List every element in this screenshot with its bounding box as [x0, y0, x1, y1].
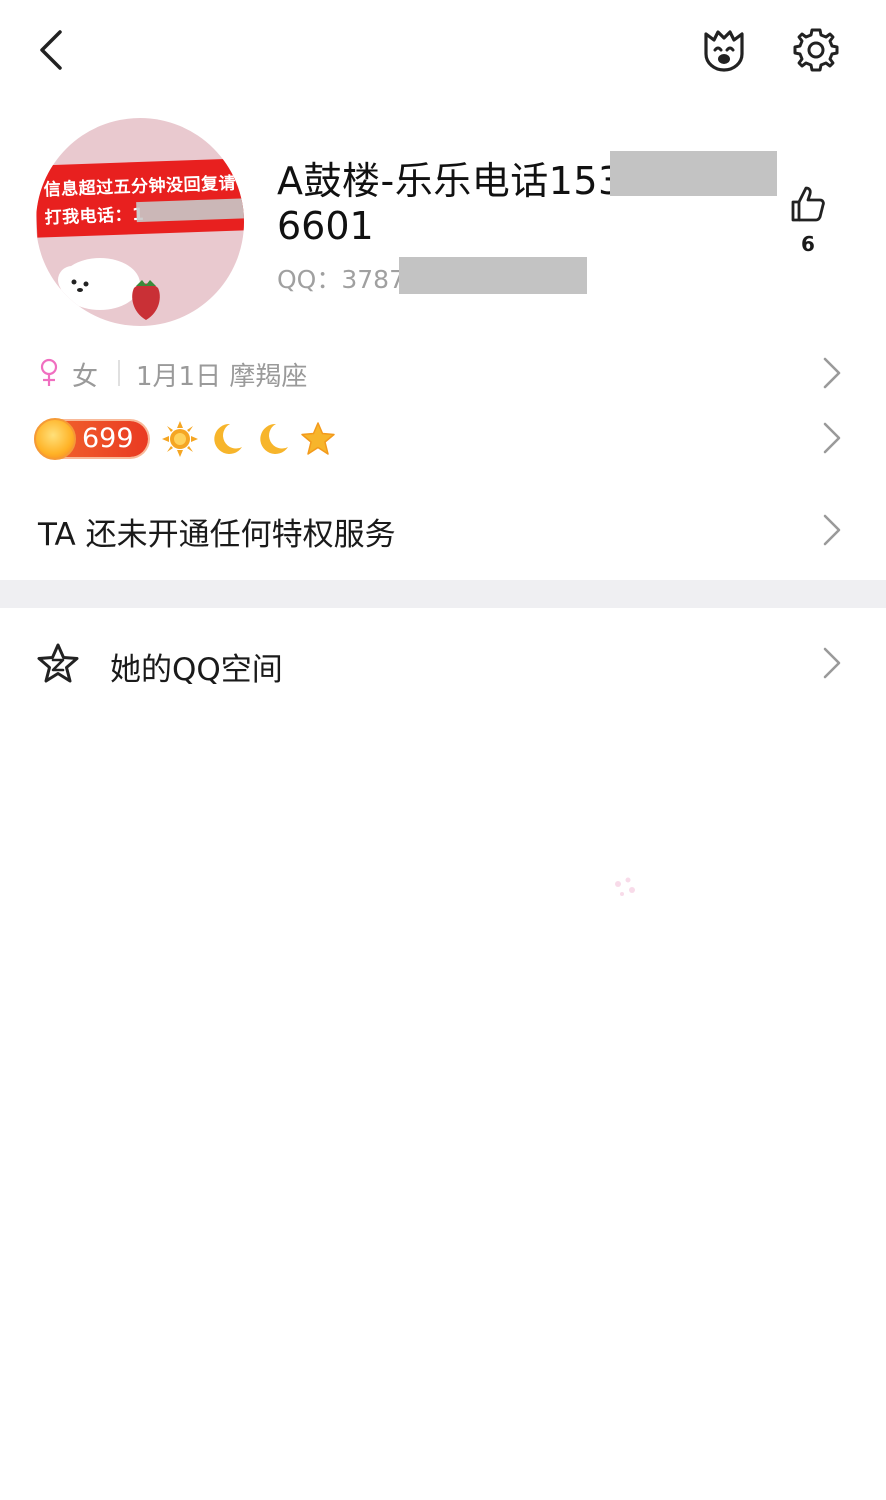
- section-divider: [0, 580, 886, 608]
- qzone-label: 她的QQ空间: [110, 652, 283, 688]
- privilege-row[interactable]: TA 还未开通任何特权服务: [0, 505, 886, 555]
- level-value: 699: [82, 423, 134, 454]
- avatar-text-line1: 信息超过五分钟没回复请: [43, 173, 237, 201]
- top-bar: [0, 0, 886, 100]
- gender-text: 女: [72, 362, 99, 392]
- nickname-line2: 6601: [277, 204, 374, 248]
- level-row[interactable]: 699: [0, 415, 886, 463]
- pet-face-icon: [704, 30, 744, 72]
- back-button[interactable]: [30, 26, 74, 74]
- qzone-star-icon: [37, 643, 79, 683]
- redaction-mask: [399, 257, 587, 294]
- level-badge: 699: [34, 418, 148, 460]
- loading-sparkle-icon: [615, 877, 635, 896]
- divider: [118, 360, 120, 386]
- chevron-right-icon: [823, 422, 841, 454]
- like-count: 6: [801, 232, 815, 256]
- avatar-banner: 信息超过五分钟没回复请 打我电话：1: [36, 158, 244, 238]
- chevron-left-icon: [40, 30, 62, 70]
- privilege-text: TA 还未开通任何特权服务: [38, 517, 396, 553]
- chevron-right-icon: [823, 357, 841, 389]
- sun-icon: [162, 421, 198, 457]
- moon-icon: [214, 423, 242, 454]
- gear-icon: [793, 28, 839, 72]
- chevron-right-icon: [823, 647, 841, 679]
- profile-page: 信息超过五分钟没回复请 打我电话：1 A鼓楼-乐乐电话153 6601 QQ：3…: [0, 0, 886, 1500]
- strawberry-icon: [132, 280, 160, 320]
- pet-button[interactable]: [698, 24, 750, 76]
- coin-icon: [34, 418, 76, 460]
- redaction-mask: [136, 198, 244, 223]
- avatar-text-line2: 打我电话：1: [44, 204, 145, 229]
- birthday-text: 1月1日 摩羯座: [136, 362, 308, 392]
- chevron-right-icon: [823, 514, 841, 546]
- qq-number: QQ：3787: [277, 265, 405, 294]
- female-icon: [40, 358, 58, 386]
- star-icon: [301, 422, 335, 455]
- avatar[interactable]: 信息超过五分钟没回复请 打我电话：1: [36, 118, 244, 326]
- redaction-mask: [610, 151, 777, 196]
- settings-button[interactable]: [790, 24, 842, 76]
- moon-icon: [260, 423, 288, 454]
- qzone-row[interactable]: 她的QQ空间: [0, 640, 886, 690]
- like-button[interactable]: 6: [780, 180, 836, 260]
- nickname-line1: A鼓楼-乐乐电话153: [277, 159, 623, 203]
- basic-info-row[interactable]: 女 1月1日 摩羯座: [0, 350, 886, 396]
- thumbs-up-icon: [791, 186, 825, 222]
